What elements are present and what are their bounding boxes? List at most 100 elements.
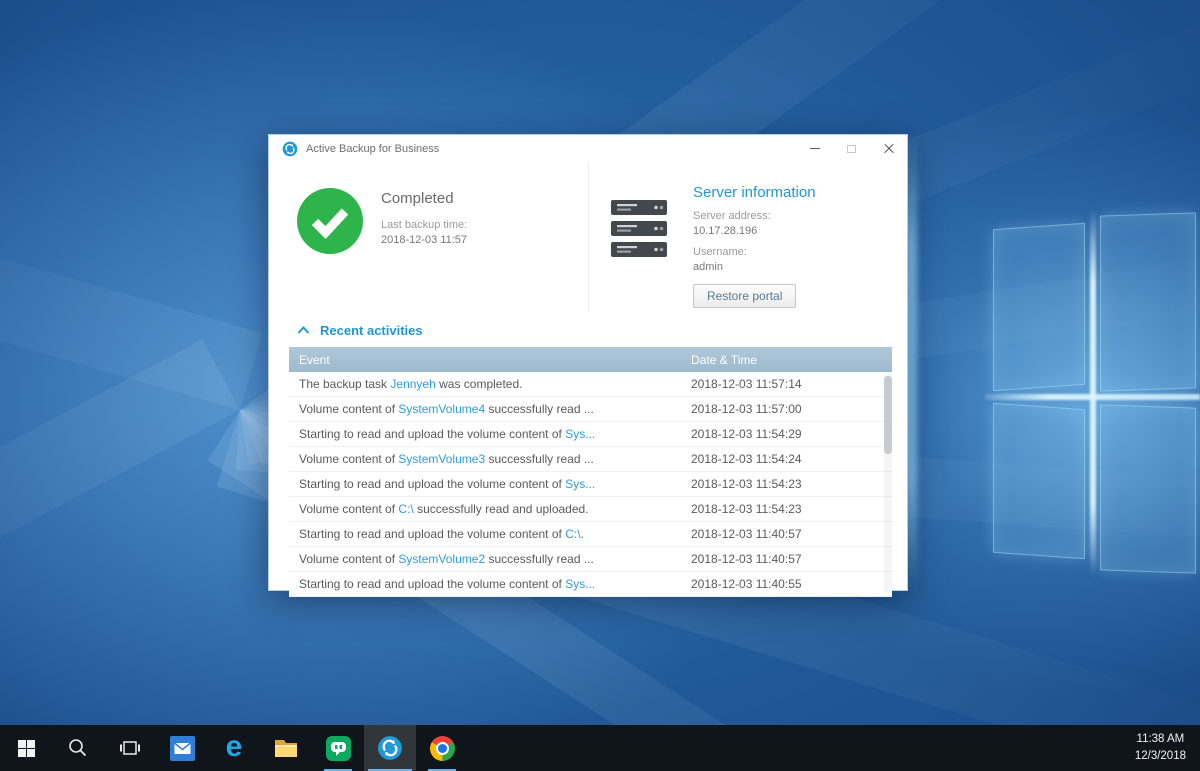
recent-activities-heading: Recent activities <box>320 323 423 338</box>
username-label: Username: <box>693 246 816 258</box>
active-backup-window: Active Backup for Business Completed Las… <box>268 134 908 591</box>
event-link[interactable]: C:\ <box>398 502 413 516</box>
event-link[interactable]: Sys... <box>565 577 595 591</box>
event-link[interactable]: C:\ <box>565 527 580 541</box>
event-cell: Starting to read and upload the volume c… <box>289 577 691 591</box>
windows-logo-pane <box>1100 212 1196 391</box>
edge-icon: e <box>226 732 243 762</box>
event-cell: Starting to read and upload the volume c… <box>289 477 691 491</box>
event-time: 2018-12-03 11:40:57 <box>691 527 892 541</box>
event-time: 2018-12-03 11:54:23 <box>691 477 892 491</box>
mail-icon <box>170 736 195 761</box>
event-time: 2018-12-03 11:57:14 <box>691 377 892 391</box>
status-heading: Completed <box>381 190 467 207</box>
table-row: Starting to read and upload the volume c… <box>289 472 892 497</box>
windows-logo-pane <box>993 223 1085 391</box>
event-text: Starting to read and upload the volume c… <box>299 427 565 441</box>
file-explorer-taskbar-button[interactable] <box>260 725 312 771</box>
close-icon <box>884 144 894 154</box>
event-time: 2018-12-03 11:54:29 <box>691 427 892 441</box>
chrome-icon <box>430 736 455 761</box>
server-address-value: 10.17.28.196 <box>693 225 816 237</box>
active-backup-app-icon <box>282 141 298 157</box>
event-text: Starting to read and upload the volume c… <box>299 477 565 491</box>
event-link[interactable]: Sys... <box>565 427 595 441</box>
table-row: Volume content of SystemVolume4 successf… <box>289 397 892 422</box>
event-cell: Volume content of SystemVolume2 successf… <box>289 552 691 566</box>
table-row: Volume content of SystemVolume2 successf… <box>289 547 892 572</box>
event-text: was completed. <box>436 377 523 391</box>
table-row: Volume content of C:\ successfully read … <box>289 497 892 522</box>
activity-table: Event Date & Time The backup task Jennye… <box>289 347 892 597</box>
maximize-icon <box>847 145 856 153</box>
event-link[interactable]: SystemVolume3 <box>398 452 485 466</box>
event-text: successfully read ... <box>485 552 594 566</box>
event-text: Volume content of <box>299 502 398 516</box>
titlebar[interactable]: Active Backup for Business <box>269 135 907 162</box>
table-row: Starting to read and upload the volume c… <box>289 422 892 447</box>
windows-logo-pane <box>1100 404 1196 573</box>
server-info-heading: Server information <box>693 184 816 201</box>
event-link[interactable]: SystemVolume2 <box>398 552 485 566</box>
event-text: Volume content of <box>299 402 398 416</box>
success-check-icon <box>297 188 363 254</box>
server-info-panel: Server information Server address: 10.17… <box>589 162 907 312</box>
edge-taskbar-button[interactable]: e <box>208 725 260 771</box>
search-button[interactable] <box>52 725 104 771</box>
clock-time: 11:38 AM <box>1135 731 1186 748</box>
clock-date: 12/3/2018 <box>1135 748 1186 765</box>
chrome-taskbar-button[interactable] <box>416 725 468 771</box>
event-time: 2018-12-03 11:40:57 <box>691 552 892 566</box>
column-header-datetime: Date & Time <box>691 353 892 367</box>
windows-logo-cross <box>985 394 1200 400</box>
event-time: 2018-12-03 11:40:55 <box>691 577 892 591</box>
maximize-button[interactable] <box>833 135 870 162</box>
restore-portal-button[interactable]: Restore portal <box>693 284 796 308</box>
event-text: successfully read and uploaded. <box>414 502 589 516</box>
event-cell: Volume content of SystemVolume3 successf… <box>289 452 691 466</box>
recent-activities-toggle[interactable]: Recent activities <box>297 319 477 341</box>
event-link[interactable]: SystemVolume4 <box>398 402 485 416</box>
active-backup-taskbar-button[interactable] <box>364 725 416 771</box>
taskbar-clock[interactable]: 11:38 AM 12/3/2018 <box>1121 725 1200 771</box>
desktop: Active Backup for Business Completed Las… <box>0 0 1200 771</box>
server-icon <box>611 200 667 312</box>
mail-taskbar-button[interactable] <box>156 725 208 771</box>
event-link[interactable]: Sys... <box>565 477 595 491</box>
task-view-button[interactable] <box>104 725 156 771</box>
backup-status-panel: Completed Last backup time: 2018-12-03 1… <box>269 162 589 312</box>
username-value: admin <box>693 261 816 273</box>
windows-logo-pane <box>993 403 1085 559</box>
window-title: Active Backup for Business <box>306 143 796 155</box>
table-header: Event Date & Time <box>289 347 892 372</box>
chat-icon <box>326 736 351 761</box>
event-text: successfully read ... <box>485 452 594 466</box>
event-cell: Volume content of C:\ successfully read … <box>289 502 691 516</box>
chevron-up-icon <box>297 326 310 334</box>
windows-logo-cross <box>1090 210 1096 575</box>
file-explorer-icon <box>273 735 299 761</box>
windows-logo <box>985 210 1200 575</box>
chat-taskbar-button[interactable] <box>312 725 364 771</box>
table-scrollbar[interactable] <box>884 374 892 593</box>
event-cell: The backup task Jennyeh was completed. <box>289 377 691 391</box>
event-cell: Volume content of SystemVolume4 successf… <box>289 402 691 416</box>
event-text: successfully read ... <box>485 402 594 416</box>
event-time: 2018-12-03 11:54:23 <box>691 502 892 516</box>
wallpaper-beam <box>0 339 240 738</box>
close-button[interactable] <box>870 135 907 162</box>
taskbar: e <box>0 725 1200 771</box>
column-header-event: Event <box>289 353 691 367</box>
event-time: 2018-12-03 11:54:24 <box>691 452 892 466</box>
table-body: The backup task Jennyeh was completed. 2… <box>289 372 892 597</box>
last-backup-value: 2018-12-03 11:57 <box>381 234 467 246</box>
minimize-button[interactable] <box>796 135 833 162</box>
scrollbar-thumb[interactable] <box>884 376 892 454</box>
table-row: Starting to read and upload the volume c… <box>289 522 892 547</box>
start-button[interactable] <box>0 725 52 771</box>
event-link[interactable]: Jennyeh <box>390 377 435 391</box>
event-text: . <box>581 527 584 541</box>
table-row: Starting to read and upload the volume c… <box>289 572 892 597</box>
server-address-label: Server address: <box>693 210 816 222</box>
event-text: The backup task <box>299 377 390 391</box>
